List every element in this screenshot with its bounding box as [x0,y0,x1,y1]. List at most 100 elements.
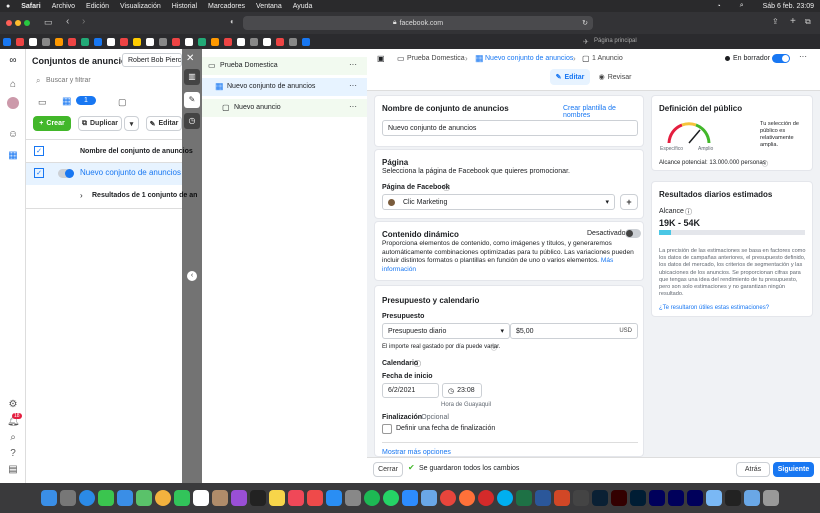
favorite-icon[interactable] [68,37,76,46]
favorite-icon[interactable] [198,37,206,46]
search-input[interactable] [46,73,182,87]
table-row[interactable]: ✓ Nuevo conjunto de anuncios [26,163,182,185]
help-icon[interactable]: ? [7,448,19,460]
premiere-icon[interactable] [687,490,703,506]
column-header[interactable]: Nombre del conjunto de anuncios [80,148,193,155]
breadcrumb-campaign[interactable]: Prueba Domestica [407,55,465,62]
new-tab-icon[interactable]: + [790,16,796,27]
menu-safari[interactable]: Safari [21,3,40,10]
preview-icon[interactable] [421,490,437,506]
info-icon[interactable]: ⓘ [491,343,497,352]
ads-icon[interactable]: ▢ [118,97,127,108]
publish-toggle[interactable] [772,54,790,63]
menu-edicion[interactable]: Edición [86,3,109,10]
share-icon[interactable]: ⇪ [772,17,779,26]
end-date-checkbox[interactable] [382,424,392,434]
avatar[interactable] [7,97,19,109]
menu-marcadores[interactable]: Marcadores [208,3,245,10]
favorite-icon[interactable] [276,37,284,46]
panel-toggle-icon[interactable]: ▣ [377,54,385,63]
reload-icon[interactable]: ↻ [582,19,588,27]
budget-type-select[interactable]: Presupuesto diario ▾ [382,323,510,339]
photoshop-icon[interactable] [630,490,646,506]
info-icon[interactable]: ⓘ [414,359,421,369]
sidebar-toggle-icon[interactable]: ▭ [44,17,53,28]
tree-adset[interactable]: ▦ Nuevo conjunto de anuncios ··· [202,78,367,96]
tree-ad[interactable]: ▢ Nuevo anuncio ··· [202,99,367,117]
more-icon[interactable]: ··· [349,102,357,111]
adset-name-input[interactable]: Nuevo conjunto de anuncios [382,120,638,136]
wifi-icon[interactable]: ◔ [716,3,720,10]
collapse-chevron-icon[interactable]: ‹ [187,271,197,281]
menu-ayuda[interactable]: Ayuda [293,3,313,10]
favorite-icon[interactable] [263,37,271,46]
zoom-icon[interactable] [402,490,418,506]
info-icon[interactable]: ⓘ [443,183,450,193]
facetime-icon[interactable] [174,490,190,506]
facebook-page-select[interactable]: Clic Marketing ▾ [382,194,615,210]
firefox-icon[interactable] [459,490,475,506]
favorite-icon[interactable] [146,37,154,46]
folder-icon[interactable]: ▭ [38,97,47,108]
favorite-icon[interactable] [224,37,232,46]
add-page-button[interactable]: + [620,194,638,210]
expand-chevron-icon[interactable]: › [80,191,83,200]
pencil-icon[interactable]: ✎ [184,92,200,108]
zoom-window-dot[interactable] [24,20,30,26]
safari-icon[interactable] [79,490,95,506]
favorite-icon[interactable] [302,37,310,46]
back-arrow-icon[interactable]: ‹ [66,16,69,27]
opera-icon[interactable] [478,490,494,506]
edit-button[interactable]: ✎ Editar [146,116,182,131]
favorite-icon[interactable] [107,37,115,46]
next-button[interactable]: Siguiente [773,462,814,477]
info-icon[interactable]: ⓘ [685,207,692,217]
create-button[interactable]: + Crear [33,116,71,131]
search-icon[interactable]: ⌕ [7,432,19,444]
duplicate-button[interactable]: ⧉ Duplicar [78,116,122,131]
selected-count-badge[interactable]: 1 [76,96,96,105]
favorite-icon[interactable] [81,37,89,46]
excel-icon[interactable] [516,490,532,506]
finder-icon[interactable] [41,490,57,506]
favorite-icon[interactable] [120,37,128,46]
more-icon[interactable]: ··· [799,52,807,61]
settings-icon[interactable] [345,490,361,506]
dynamic-toggle[interactable] [625,229,641,238]
favorite-icon[interactable] [55,37,63,46]
favorite-icon[interactable] [94,37,102,46]
favorite-icon[interactable] [237,37,245,46]
powerpoint-icon[interactable] [554,490,570,506]
menu-historial[interactable]: Historial [172,3,197,10]
tab-review[interactable]: ◉ Revisar [595,69,635,85]
tab-overview-icon[interactable]: ⧉ [805,17,811,27]
favorite-icon[interactable] [16,37,24,46]
news-icon[interactable] [307,490,323,506]
tree-campaign[interactable]: ▭ Prueba Domestica ··· [202,57,367,75]
privacy-shield-icon[interactable]: ◐ [230,17,235,26]
menu-archivo[interactable]: Archivo [52,3,75,10]
favorite-icon[interactable] [250,37,258,46]
account-selector[interactable]: Robert Bob Pierce ( [122,53,182,67]
smile-icon[interactable]: ☺ [7,129,19,141]
address-bar[interactable]: 🔒︎ facebook.com ↻ [243,16,593,30]
more-icon[interactable]: ··· [349,60,357,69]
more-icon[interactable]: ··· [349,81,357,90]
lightroom-icon[interactable] [592,490,608,506]
acrobat-icon[interactable] [573,490,589,506]
podcasts-icon[interactable] [231,490,247,506]
row-checkbox[interactable]: ✓ [34,168,44,178]
end-date-checkbox-label[interactable]: Definir una fecha de finalización [396,425,495,432]
budget-amount-input[interactable]: $5,00 USD [510,323,638,339]
home-icon[interactable]: ⌂ [7,79,19,91]
back-button[interactable]: Atrás [736,462,770,477]
minimize-window-dot[interactable] [15,20,21,26]
forward-arrow-icon[interactable]: › [82,16,85,27]
music-icon[interactable] [288,490,304,506]
illustrator-icon[interactable] [611,490,627,506]
tab-edit[interactable]: ✎ Editar [550,69,590,85]
chart-icon[interactable]: ▥ [184,69,200,85]
favorite-icon[interactable] [42,37,50,46]
start-time-input[interactable]: ◷ 23:08 [442,383,482,398]
spotify-icon[interactable] [364,490,380,506]
